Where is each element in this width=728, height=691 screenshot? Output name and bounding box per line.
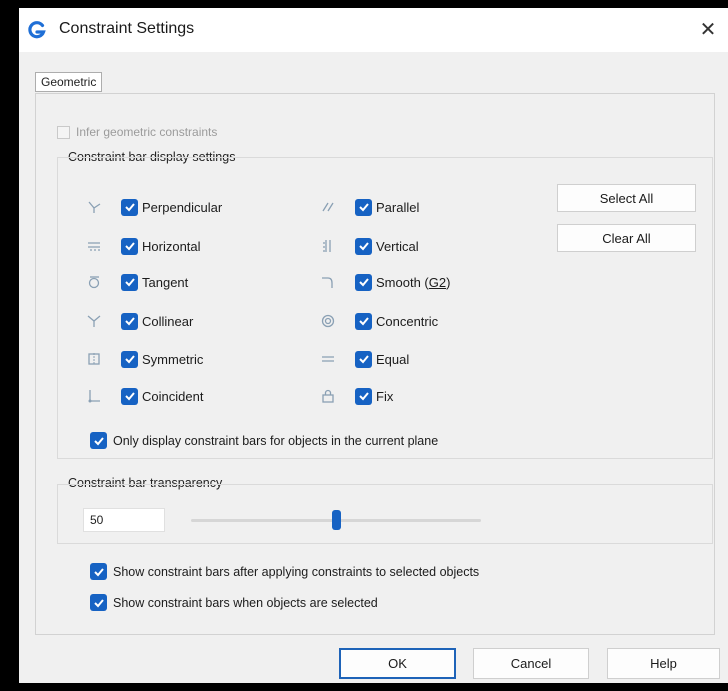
fix-checkbox[interactable] xyxy=(355,387,372,405)
tangent-icon xyxy=(83,271,105,293)
perpendicular-checkbox[interactable] xyxy=(121,198,138,216)
concentric-row: Concentric xyxy=(317,310,438,332)
help-button[interactable]: Help xyxy=(607,648,720,679)
horizontal-icon xyxy=(83,235,105,257)
window-title: Constraint Settings xyxy=(59,20,195,37)
fix-icon xyxy=(317,385,339,407)
perpendicular-icon xyxy=(83,196,105,218)
concentric-icon xyxy=(317,310,339,332)
infer-checkbox-box[interactable] xyxy=(57,125,70,139)
parallel-checkbox[interactable] xyxy=(355,198,372,216)
tangent-checkbox[interactable] xyxy=(121,273,138,291)
concentric-label: Concentric xyxy=(376,313,439,329)
smooth-icon xyxy=(317,271,339,293)
transparency-value-input[interactable]: 50 xyxy=(83,508,165,532)
ok-button[interactable]: OK xyxy=(339,648,456,679)
smooth-row: Smooth (G2) xyxy=(317,271,450,293)
show-when-selected-label: Show constraint bars when objects are se… xyxy=(113,595,378,610)
coincident-label: Coincident xyxy=(142,388,204,404)
infer-label: Infer geometric constraints xyxy=(76,125,218,139)
horizontal-checkbox[interactable] xyxy=(121,237,138,255)
smooth-label-prefix: Smooth ( xyxy=(376,274,429,290)
collinear-checkbox[interactable] xyxy=(121,312,138,330)
vertical-row: Vertical xyxy=(317,235,419,257)
smooth-label: Smooth (G2) xyxy=(376,275,450,290)
cancel-button[interactable]: Cancel xyxy=(473,648,589,679)
tab-geometric[interactable]: Geometric xyxy=(35,72,103,92)
perpendicular-label: Perpendicular xyxy=(142,199,223,215)
collinear-icon xyxy=(83,310,105,332)
show-when-selected-checkbox[interactable] xyxy=(90,594,107,611)
horizontal-label: Horizontal xyxy=(142,238,201,254)
current-plane-label: Only display constraint bars for objects… xyxy=(113,433,439,448)
parallel-row: Parallel xyxy=(317,196,419,218)
parallel-label: Parallel xyxy=(376,199,420,215)
show-when-selected-option[interactable]: Show constraint bars when objects are se… xyxy=(90,594,378,611)
current-plane-option[interactable]: Only display constraint bars for objects… xyxy=(90,432,438,449)
tangent-row: Tangent xyxy=(83,271,188,293)
smooth-label-suffix: ) xyxy=(446,274,451,290)
concentric-checkbox[interactable] xyxy=(355,312,372,330)
vertical-label: Vertical xyxy=(376,238,419,254)
infer-geometric-constraints-checkbox[interactable]: Infer geometric constraints xyxy=(57,125,217,139)
symmetric-checkbox[interactable] xyxy=(121,350,138,368)
show-after-applying-option[interactable]: Show constraint bars after applying cons… xyxy=(90,563,479,580)
smooth-checkbox[interactable] xyxy=(355,273,372,291)
coincident-checkbox[interactable] xyxy=(121,387,138,405)
clear-all-button[interactable]: Clear All xyxy=(557,224,696,252)
dialog-body: Geometric Infer geometric constraints Co… xyxy=(19,52,728,683)
select-all-button[interactable]: Select All xyxy=(557,184,696,212)
current-plane-checkbox[interactable] xyxy=(90,432,107,449)
horizontal-row: Horizontal xyxy=(83,235,201,257)
title-bar[interactable]: Constraint Settings ✕ xyxy=(19,8,728,52)
show-after-applying-label: Show constraint bars after applying cons… xyxy=(113,564,480,579)
fix-label: Fix xyxy=(376,388,394,404)
constraint-settings-dialog: Constraint Settings ✕ Geometric Infer ge… xyxy=(19,8,728,683)
parallel-icon xyxy=(317,196,339,218)
vertical-icon xyxy=(317,235,339,257)
close-icon[interactable]: ✕ xyxy=(694,16,722,42)
collinear-label: Collinear xyxy=(142,313,194,329)
perpendicular-row: Perpendicular xyxy=(83,196,222,218)
collinear-row: Collinear xyxy=(83,310,193,332)
equal-label: Equal xyxy=(376,351,410,367)
coincident-row: Coincident xyxy=(83,385,203,407)
equal-row: Equal xyxy=(317,348,409,370)
vertical-checkbox[interactable] xyxy=(355,237,372,255)
app-logo-icon xyxy=(27,20,47,40)
symmetric-label: Symmetric xyxy=(142,351,204,367)
smooth-label-accelerator: G2 xyxy=(428,274,447,290)
coincident-icon xyxy=(83,385,105,407)
transparency-slider-thumb[interactable] xyxy=(331,510,341,530)
equal-icon xyxy=(317,348,339,370)
tangent-label: Tangent xyxy=(142,274,189,290)
symmetric-row: Symmetric xyxy=(83,348,203,370)
fix-row: Fix xyxy=(317,385,393,407)
equal-checkbox[interactable] xyxy=(355,350,372,368)
symmetric-icon xyxy=(83,348,105,370)
show-after-applying-checkbox[interactable] xyxy=(90,563,107,580)
